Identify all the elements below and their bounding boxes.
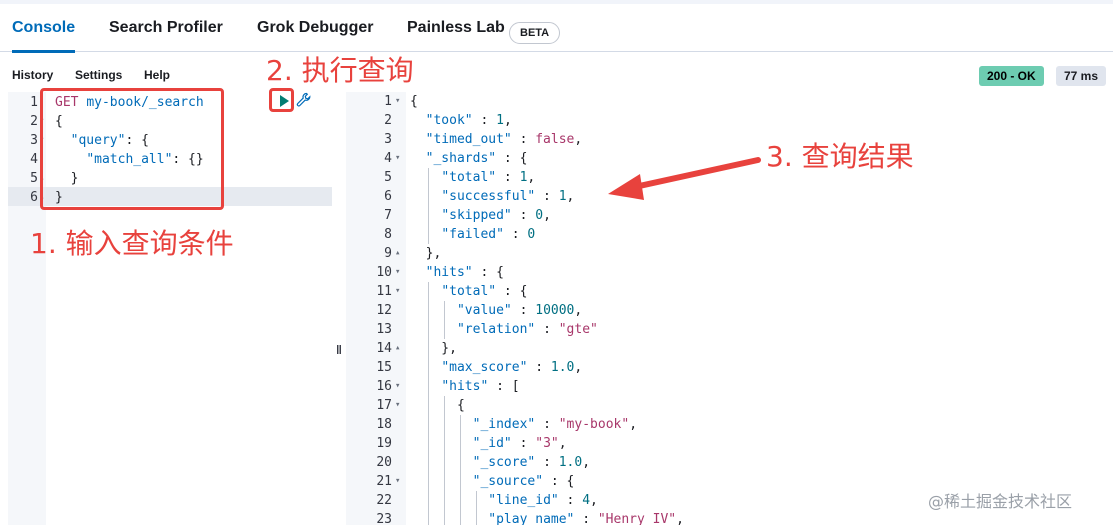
wrench-icon bbox=[296, 92, 311, 107]
response-line: "play_name" : "Henry IV", bbox=[488, 512, 684, 525]
pane-divider[interactable] bbox=[332, 92, 346, 525]
response-line: "value" : 10000, bbox=[456, 303, 583, 318]
line-number: 6 bbox=[30, 190, 38, 205]
line-number: 18 bbox=[376, 417, 392, 432]
tab-console[interactable]: Console bbox=[12, 4, 76, 53]
line-number: 3 bbox=[30, 133, 38, 148]
line-number: 7 bbox=[384, 208, 392, 223]
line-number: 14 bbox=[376, 341, 392, 356]
line-number: 21 bbox=[376, 474, 392, 489]
line-number: 9 bbox=[384, 246, 392, 261]
tab-search-profiler[interactable]: Search Profiler bbox=[109, 4, 223, 52]
fold-toggle-icon[interactable]: ▾ bbox=[395, 396, 400, 415]
line-number: 15 bbox=[376, 360, 392, 375]
line-number: 22 bbox=[376, 493, 392, 508]
response-line: { bbox=[410, 94, 418, 109]
annotation-step3: 3. 查询结果 bbox=[766, 140, 914, 173]
response-line: }, bbox=[410, 341, 457, 356]
response-line: "failed" : 0 bbox=[441, 227, 536, 242]
line-number: 1 bbox=[30, 95, 38, 110]
response-line: }, bbox=[410, 246, 442, 261]
line-number: 1 bbox=[384, 94, 392, 109]
tab-grok-debugger[interactable]: Grok Debugger bbox=[257, 4, 373, 52]
fold-toggle-icon[interactable]: ▾ bbox=[395, 282, 400, 301]
line-number: 10 bbox=[376, 265, 392, 280]
line-number: 6 bbox=[384, 189, 392, 204]
line-number: 13 bbox=[376, 322, 392, 337]
line-number: 4 bbox=[384, 151, 392, 166]
response-line: "total" : 1, bbox=[441, 170, 536, 185]
response-line: "successful" : 1, bbox=[441, 189, 575, 204]
fold-toggle-icon[interactable]: ▴ bbox=[395, 244, 400, 263]
annotation-arrow bbox=[608, 157, 761, 200]
annotation-box-query bbox=[40, 88, 224, 210]
line-number: 5 bbox=[384, 170, 392, 185]
fold-toggle-icon[interactable]: ▾ bbox=[395, 149, 400, 168]
line-number: 12 bbox=[376, 303, 392, 318]
response-line: "skipped" : 0, bbox=[441, 208, 551, 223]
tab-painless-lab[interactable]: Painless Lab bbox=[407, 4, 505, 52]
request-settings-button[interactable] bbox=[296, 92, 312, 108]
drag-handle-icon[interactable]: ‖ bbox=[336, 343, 342, 357]
line-number: 2 bbox=[384, 113, 392, 128]
line-number: 5 bbox=[30, 171, 38, 186]
response-line: "line_id" : 4, bbox=[488, 493, 598, 508]
line-number: 20 bbox=[376, 455, 392, 470]
line-number: 17 bbox=[376, 398, 392, 413]
line-number: 23 bbox=[376, 512, 392, 525]
response-line: "_id" : "3", bbox=[472, 436, 567, 451]
fold-toggle-icon[interactable]: ▾ bbox=[395, 377, 400, 396]
response-line: "_score" : 1.0, bbox=[472, 455, 591, 470]
watermark: @稀土掘金技术社区 bbox=[928, 492, 1073, 511]
line-number: 2 bbox=[30, 114, 38, 129]
fold-toggle-icon[interactable]: ▾ bbox=[395, 472, 400, 491]
line-number: 11 bbox=[376, 284, 392, 299]
response-line: "_source" : { bbox=[472, 474, 575, 489]
response-line: "took" : 1, bbox=[425, 113, 512, 128]
response-line: "_shards" : { bbox=[425, 151, 528, 166]
fold-toggle-icon[interactable]: ▴ bbox=[395, 339, 400, 358]
response-line: "total" : { bbox=[441, 284, 528, 299]
line-number: 4 bbox=[30, 152, 38, 167]
line-number: 8 bbox=[384, 227, 392, 242]
line-number: 3 bbox=[384, 132, 392, 147]
annotation-box-run bbox=[269, 88, 294, 112]
status-badge: 200 - OK bbox=[979, 66, 1044, 86]
response-line: "_index" : "my-book", bbox=[472, 417, 638, 432]
response-line: "max_score" : 1.0, bbox=[441, 360, 583, 375]
settings-menu[interactable]: Settings bbox=[75, 68, 122, 82]
annotation-step2: 2. 执行查询 bbox=[266, 54, 414, 87]
fold-toggle-icon[interactable]: ▾ bbox=[395, 263, 400, 282]
response-line: "hits" : [ bbox=[441, 379, 520, 394]
tab-bar: Console Search Profiler Grok Debugger Pa… bbox=[0, 4, 1113, 53]
beta-badge: BETA bbox=[509, 22, 561, 44]
response-line: "timed_out" : false, bbox=[425, 132, 583, 147]
help-menu[interactable]: Help bbox=[144, 68, 170, 82]
response-line: { bbox=[410, 398, 465, 413]
request-time-badge: 77 ms bbox=[1056, 66, 1107, 86]
line-number: 16 bbox=[376, 379, 392, 394]
response-line: "hits" : { bbox=[425, 265, 504, 280]
line-number: 19 bbox=[376, 436, 392, 451]
annotation-step1: 1. 输入查询条件 bbox=[30, 227, 234, 260]
fold-toggle-icon[interactable]: ▾ bbox=[395, 92, 400, 111]
response-line: "relation" : "gte" bbox=[456, 322, 598, 337]
history-menu[interactable]: History bbox=[12, 68, 53, 82]
